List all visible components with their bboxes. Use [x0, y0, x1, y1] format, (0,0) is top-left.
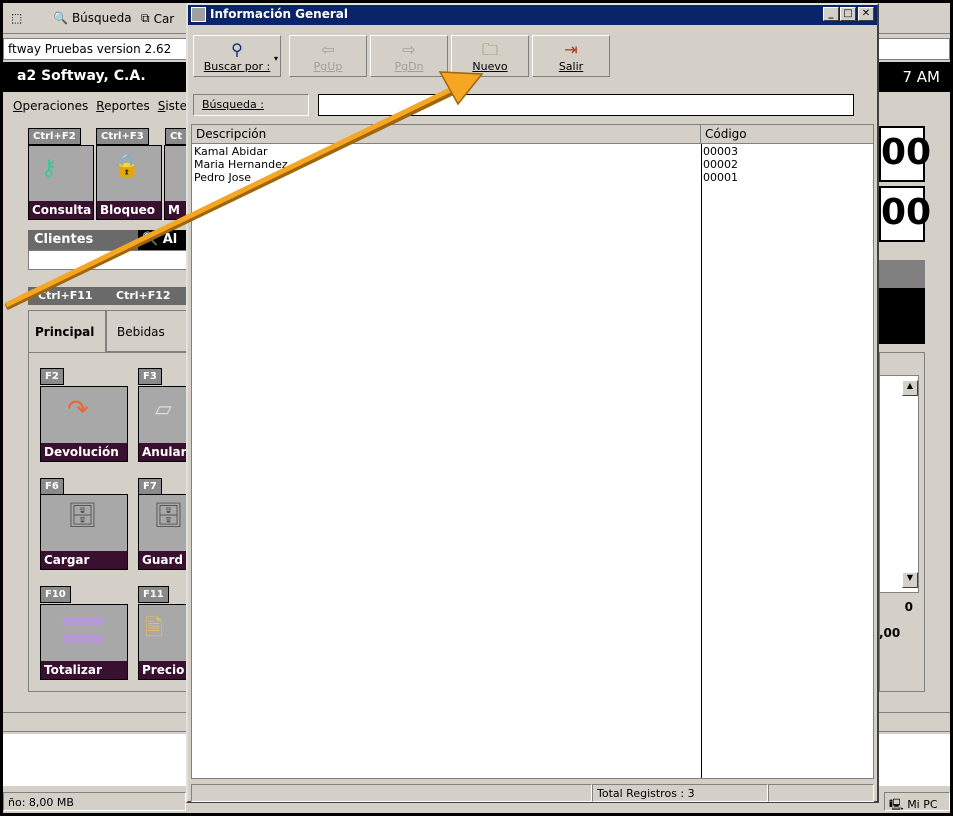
- arrow-head: [438, 71, 484, 106]
- arrow-shaft: [4, 87, 452, 308]
- annotation-arrow: [4, 71, 484, 311]
